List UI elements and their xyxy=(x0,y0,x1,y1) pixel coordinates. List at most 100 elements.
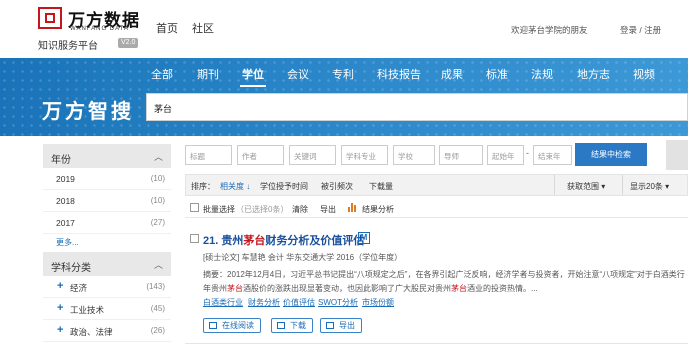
result-checkbox[interactable] xyxy=(190,234,199,243)
bar-chart-icon xyxy=(348,203,358,212)
logo-english: WANFANG DATA xyxy=(70,26,129,32)
page-size-label: 显示20条 xyxy=(630,182,663,191)
batch-select-label[interactable]: 批量选择 xyxy=(203,204,235,215)
major-filter-input[interactable]: 学科专业 xyxy=(341,145,388,165)
tab-achievements[interactable]: 成果 xyxy=(441,66,463,82)
sort-relevance[interactable]: 相关度 ↓ xyxy=(220,181,250,192)
selected-count: （已选择0条） xyxy=(236,205,289,214)
tab-conferences[interactable]: 会议 xyxy=(287,66,309,82)
top-header: 万方数据 WANFANG DATA 知识服务平台 V2.0 首页 社区 欢迎茅台… xyxy=(0,0,688,58)
chevron-up-icon[interactable]: ︿ xyxy=(154,258,163,271)
subject-item[interactable]: + 经济 (143) xyxy=(43,276,171,298)
filter-placeholder: 关键词 xyxy=(294,152,317,161)
divider xyxy=(622,175,623,195)
tab-videos[interactable]: 视频 xyxy=(633,66,655,82)
expand-plus-icon[interactable]: + xyxy=(57,302,63,314)
sort-relevance-label: 相关度 xyxy=(220,182,244,191)
title-filter-input[interactable]: 标题 xyxy=(185,145,232,165)
year-more-link[interactable]: 更多... xyxy=(43,234,171,252)
sort-degree-date[interactable]: 学位授予时间 xyxy=(260,181,308,192)
version-badge: V2.0 xyxy=(118,38,139,48)
filter-placeholder: 学科专业 xyxy=(346,152,376,161)
keyword-link[interactable]: 市场份额 xyxy=(362,297,394,308)
range-dropdown[interactable]: 获取范围 ▾ xyxy=(567,181,605,192)
download-button[interactable]: 下载 xyxy=(271,318,313,333)
side-panel-tab[interactable] xyxy=(666,140,688,170)
tab-standards[interactable]: 标准 xyxy=(486,66,508,82)
expand-plus-icon[interactable]: + xyxy=(57,324,63,336)
button-label: 导出 xyxy=(339,321,355,330)
result-divider xyxy=(185,343,688,344)
export-button[interactable]: 导出 xyxy=(320,318,362,333)
download-icon xyxy=(277,322,285,329)
arrow-down-icon: ↓ xyxy=(246,182,251,191)
sort-downloads[interactable]: 下载量 xyxy=(369,181,393,192)
keyword-filter-input[interactable]: 关键词 xyxy=(289,145,336,165)
export-link[interactable]: 导出 xyxy=(320,204,336,215)
subject-facet-title: 学科分类 xyxy=(51,263,91,274)
subject-item[interactable]: + 政治、法律 (26) xyxy=(43,320,171,342)
welcome-text: 欢迎茅台学院的朋友 xyxy=(511,25,588,35)
year-count: (10) xyxy=(150,196,165,205)
login-register-link[interactable]: 登录 / 注册 xyxy=(620,24,661,36)
sort-bar: 排序： 相关度 ↓ 学位授予时间 被引频次 下载量 获取范围 ▾ 显示20条 ▾ xyxy=(185,174,688,196)
end-year-input[interactable]: 结束年 xyxy=(533,145,572,165)
divider xyxy=(554,175,555,195)
keyword-link[interactable]: 价值评估 xyxy=(283,297,315,308)
batch-action-bar: 批量选择 （已选择0条） 清除 导出 结果分析 xyxy=(185,198,688,218)
search-query-text: 茅台 xyxy=(154,104,173,114)
result-title[interactable]: 21. 贵州茅台财务分析及价值评估 xyxy=(203,232,364,248)
keyword-link[interactable]: SWOT分析 xyxy=(318,297,358,308)
search-banner: 全部 期刊 学位 会议 专利 科技报告 成果 标准 法规 地方志 视频 万方智搜… xyxy=(0,58,688,136)
button-label: 在线阅读 xyxy=(222,321,254,330)
result-meta: [硕士论文] 车慧艳 会计 华东交通大学 2016（学位年度） xyxy=(203,253,403,262)
keyword-link[interactable]: 白酒类行业 xyxy=(203,297,243,308)
keyword-link[interactable]: 财务分析 xyxy=(248,297,280,308)
year-label: 2018 xyxy=(56,196,75,206)
sort-label: 排序： xyxy=(191,182,215,191)
tab-degrees[interactable]: 学位 xyxy=(242,66,264,82)
nav-community-link[interactable]: 社区 xyxy=(192,20,214,36)
caret-down-icon: ▾ xyxy=(601,182,606,191)
export-icon xyxy=(326,322,334,329)
page-size-dropdown[interactable]: 显示20条 ▾ xyxy=(630,181,669,192)
author-filter-input[interactable]: 作者 xyxy=(237,145,284,165)
result-number: 21. xyxy=(203,235,219,247)
filter-placeholder: 导师 xyxy=(444,152,459,161)
year-item[interactable]: 2018 (10) xyxy=(43,190,171,212)
active-tab-indicator xyxy=(240,85,266,87)
expand-plus-icon[interactable]: + xyxy=(57,280,63,292)
title-highlight: 茅台 xyxy=(243,235,266,247)
tab-journals[interactable]: 期刊 xyxy=(197,66,219,82)
year-facet-title: 年份 xyxy=(51,155,71,166)
clear-link[interactable]: 清除 xyxy=(292,204,308,215)
advisor-filter-input[interactable]: 导师 xyxy=(439,145,483,165)
nav-home-link[interactable]: 首页 xyxy=(156,20,178,36)
tab-regulations[interactable]: 法规 xyxy=(531,66,553,82)
select-all-checkbox[interactable] xyxy=(190,203,199,212)
subject-count: (26) xyxy=(150,326,165,335)
start-year-input[interactable]: 起始年 xyxy=(487,145,524,165)
sort-citations[interactable]: 被引频次 xyxy=(321,181,353,192)
year-item[interactable]: 2019 (10) xyxy=(43,168,171,190)
search-within-results-button[interactable]: 结果中检索 xyxy=(575,143,647,166)
year-item[interactable]: 2017 (27) xyxy=(43,212,171,234)
tab-tech-reports[interactable]: 科技报告 xyxy=(377,66,421,82)
abstract-line: 年贵州茅台酒股价的涨跌出现显著变动，也因此影响了广大股民对贵州茅台酒业的投资热情… xyxy=(203,284,538,293)
subject-facet-header[interactable]: 学科分类 ︿ xyxy=(43,252,171,276)
tab-patents[interactable]: 专利 xyxy=(332,66,354,82)
abstract-line: 摘要：2012年12月4日，习近平总书记提出“八项规定之后”，在各界引起广泛反响… xyxy=(203,270,685,279)
filter-placeholder: 作者 xyxy=(242,152,257,161)
wanfang-logo-icon[interactable] xyxy=(38,7,62,29)
tab-local-records[interactable]: 地方志 xyxy=(577,66,610,82)
year-facet-header[interactable]: 年份 ︿ xyxy=(43,144,171,168)
school-filter-input[interactable]: 学校 xyxy=(393,145,435,165)
subject-item[interactable]: + 工业技术 (45) xyxy=(43,298,171,320)
tab-all[interactable]: 全部 xyxy=(151,66,173,82)
chevron-up-icon[interactable]: ︿ xyxy=(154,150,163,163)
facet-sidebar: 年份 ︿ 2019 (10) 2018 (10) 2017 (27) 更多...… xyxy=(43,144,171,342)
read-online-button[interactable]: 在线阅读 xyxy=(203,318,261,333)
caret-down-icon: ▾ xyxy=(665,182,670,191)
search-input[interactable]: 茅台 xyxy=(146,93,688,121)
result-analysis-link[interactable]: 结果分析 xyxy=(362,204,394,215)
